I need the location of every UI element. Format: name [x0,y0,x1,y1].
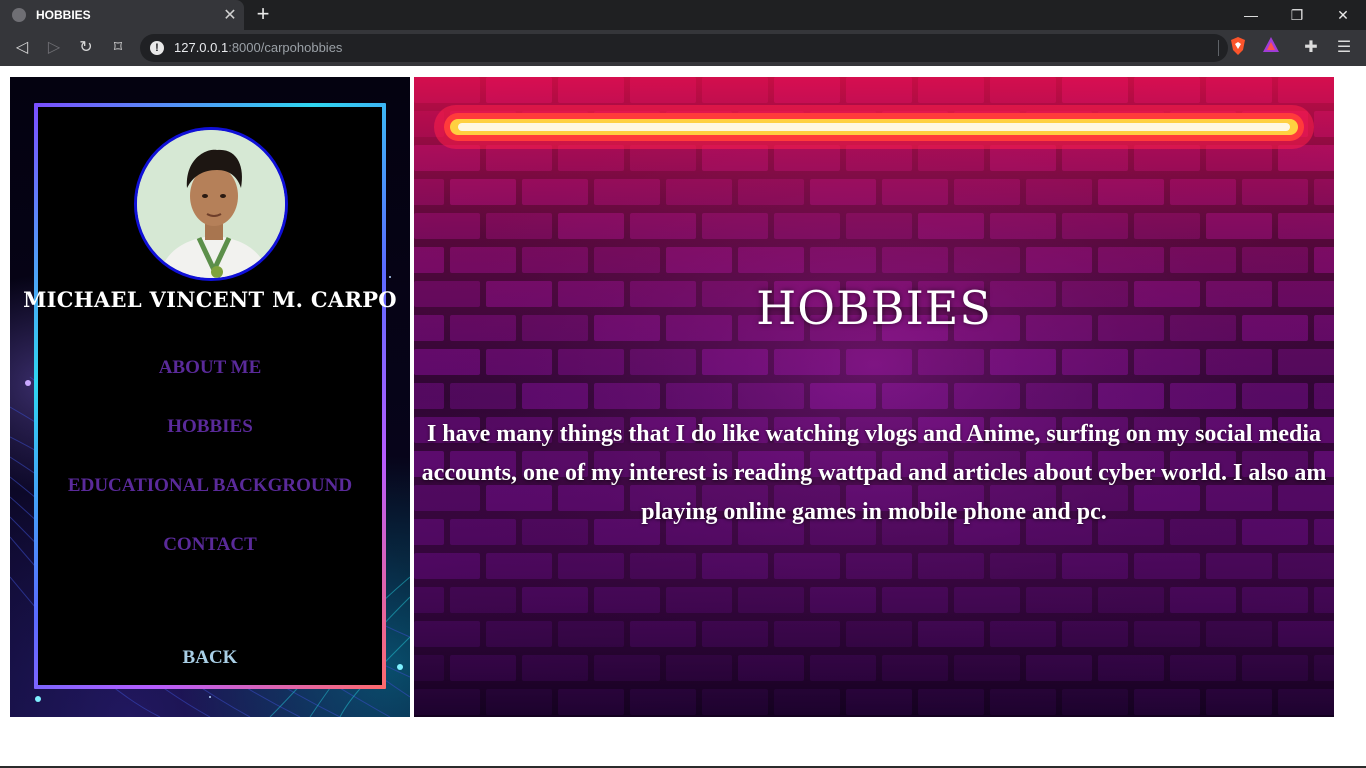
restore-icon[interactable]: ❐ [1274,0,1320,30]
tab-strip: HOBBIES ✕ + — ❐ ✕ [0,0,1366,30]
profile-name: MICHAEL VINCENT M. CARPO [23,287,397,312]
nav-link-about-me[interactable]: ABOUT ME [10,357,410,379]
avatar [134,127,288,281]
close-icon[interactable]: ✕ [220,5,240,25]
hamburger-menu-icon[interactable]: ☰ [1334,36,1354,60]
page-title: HOBBIES [756,281,992,335]
divider [1218,40,1219,56]
neon-brick-wall-background [414,77,1334,717]
puzzle-icon[interactable]: ✚ [1301,36,1321,60]
address-bar[interactable]: ! 127.0.0.1:8000/carpohobbies [140,34,1228,62]
nav-link-educational-background[interactable]: EDUCATIONAL BACKGROUND [10,475,410,497]
forward-arrow-icon[interactable]: ▷ [42,36,66,60]
plus-icon[interactable]: + [252,2,274,26]
info-icon[interactable]: ! [150,41,164,55]
hobbies-description: I have many things that I do like watchi… [421,421,1327,525]
back-link[interactable]: BACK [10,647,410,669]
tab-title: HOBBIES [36,8,91,22]
profile-photo [137,130,285,278]
brave-rewards-icon[interactable] [1261,36,1281,60]
brave-shield-icon[interactable] [1228,36,1248,60]
minimize-icon[interactable]: — [1228,0,1274,30]
main-content: HOBBIES I have many things that I do lik… [414,77,1334,717]
bookmark-icon[interactable]: ⌑ [106,36,130,60]
url-text[interactable]: 127.0.0.1:8000/carpohobbies [174,40,342,55]
globe-icon [12,8,26,22]
sidebar: MICHAEL VINCENT M. CARPO ABOUT ME HOBBIE… [10,77,410,717]
navigation-bar: ◁ ▷ ↻ ⌑ ! 127.0.0.1:8000/carpohobbies ✚ … [0,30,1366,66]
nav-link-hobbies[interactable]: HOBBIES [10,416,410,438]
reload-icon[interactable]: ↻ [74,36,98,60]
nav-link-contact[interactable]: CONTACT [10,534,410,556]
window-close-icon[interactable]: ✕ [1320,0,1366,30]
browser-tab[interactable]: HOBBIES ✕ [0,0,244,30]
back-arrow-icon[interactable]: ◁ [10,36,34,60]
